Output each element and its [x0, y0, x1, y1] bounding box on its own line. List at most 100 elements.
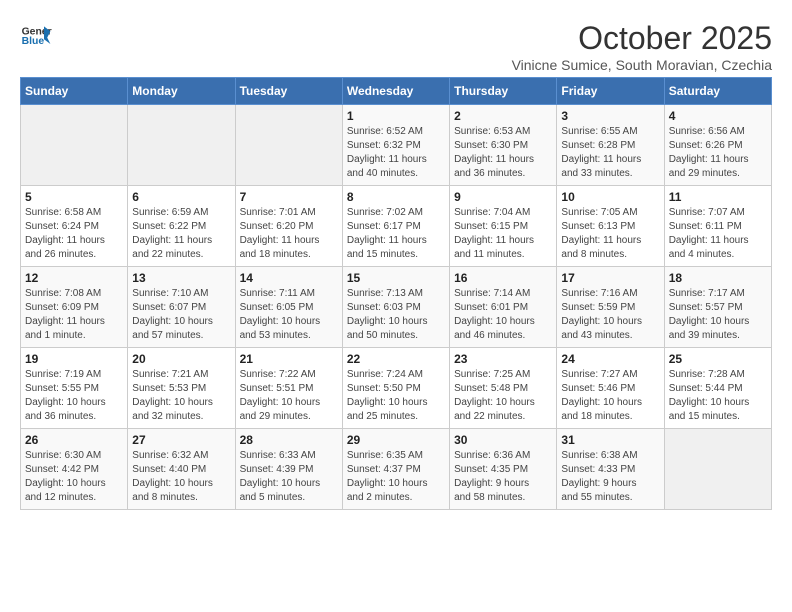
day-number: 23	[454, 352, 552, 366]
calendar-cell: 17 Sunrise: 7:16 AMSunset: 5:59 PMDayligh…	[557, 267, 664, 348]
calendar-cell: 15 Sunrise: 7:13 AMSunset: 6:03 PMDayligh…	[342, 267, 449, 348]
calendar-cell: 14 Sunrise: 7:11 AMSunset: 6:05 PMDayligh…	[235, 267, 342, 348]
day-number: 13	[132, 271, 230, 285]
calendar-cell: 2 Sunrise: 6:53 AMSunset: 6:30 PMDaylight…	[450, 105, 557, 186]
day-info: Sunrise: 6:38 AMSunset: 4:33 PMDaylight:…	[561, 449, 659, 505]
month-title: October 2025	[512, 20, 772, 57]
day-number: 4	[669, 109, 767, 123]
day-info: Sunrise: 6:55 AMSunset: 6:28 PMDaylight:…	[561, 125, 659, 181]
calendar-cell	[235, 105, 342, 186]
day-info: Sunrise: 7:27 AMSunset: 5:46 PMDaylight:…	[561, 368, 659, 424]
calendar-cell: 30 Sunrise: 6:36 AMSunset: 4:35 PMDayligh…	[450, 429, 557, 510]
header: General Blue October 2025 Vinicne Sumice…	[20, 20, 772, 73]
calendar-header: Sunday Monday Tuesday Wednesday Thursday…	[21, 78, 772, 105]
day-number: 2	[454, 109, 552, 123]
day-info: Sunrise: 6:56 AMSunset: 6:26 PMDaylight:…	[669, 125, 767, 181]
calendar-cell: 8Sunrise: 7:02 AMSunset: 6:17 PMDaylight…	[342, 186, 449, 267]
calendar-cell: 27 Sunrise: 6:32 AMSunset: 4:40 PMDayligh…	[128, 429, 235, 510]
calendar-cell: 29Sunrise: 6:35 AMSunset: 4:37 PMDayligh…	[342, 429, 449, 510]
title-area: October 2025 Vinicne Sumice, South Morav…	[512, 20, 772, 73]
logo: General Blue	[20, 20, 52, 52]
day-number: 18	[669, 271, 767, 285]
day-info: Sunrise: 7:28 AMSunset: 5:44 PMDaylight:…	[669, 368, 767, 424]
calendar-week-2: 5 Sunrise: 6:58 AMSunset: 6:24 PMDaylight…	[21, 186, 772, 267]
day-info: Sunrise: 7:10 AMSunset: 6:07 PMDaylight:…	[132, 287, 230, 343]
day-info: Sunrise: 6:52 AMSunset: 6:32 PMDaylight:…	[347, 125, 445, 181]
calendar-cell: 11 Sunrise: 7:07 AMSunset: 6:11 PMDayligh…	[664, 186, 771, 267]
calendar-cell: 26Sunrise: 6:30 AMSunset: 4:42 PMDayligh…	[21, 429, 128, 510]
svg-text:Blue: Blue	[22, 36, 45, 47]
calendar-cell: 9 Sunrise: 7:04 AMSunset: 6:15 PMDaylight…	[450, 186, 557, 267]
day-number: 27	[132, 433, 230, 447]
calendar-cell	[128, 105, 235, 186]
calendar-cell: 3 Sunrise: 6:55 AMSunset: 6:28 PMDaylight…	[557, 105, 664, 186]
calendar-cell: 20Sunrise: 7:21 AMSunset: 5:53 PMDayligh…	[128, 348, 235, 429]
header-row: Sunday Monday Tuesday Wednesday Thursday…	[21, 78, 772, 105]
day-number: 24	[561, 352, 659, 366]
day-info: Sunrise: 6:32 AMSunset: 4:40 PMDaylight:…	[132, 449, 230, 505]
day-info: Sunrise: 6:59 AMSunset: 6:22 PMDaylight:…	[132, 206, 230, 262]
day-info: Sunrise: 7:24 AMSunset: 5:50 PMDaylight:…	[347, 368, 445, 424]
day-info: Sunrise: 6:35 AMSunset: 4:37 PMDaylight:…	[347, 449, 445, 505]
calendar-cell: 13 Sunrise: 7:10 AMSunset: 6:07 PMDayligh…	[128, 267, 235, 348]
day-info: Sunrise: 7:13 AMSunset: 6:03 PMDaylight:…	[347, 287, 445, 343]
day-number: 8	[347, 190, 445, 204]
day-number: 9	[454, 190, 552, 204]
day-number: 3	[561, 109, 659, 123]
calendar-week-3: 12 Sunrise: 7:08 AMSunset: 6:09 PMDayligh…	[21, 267, 772, 348]
calendar-cell: 10 Sunrise: 7:05 AMSunset: 6:13 PMDayligh…	[557, 186, 664, 267]
day-info: Sunrise: 6:58 AMSunset: 6:24 PMDaylight:…	[25, 206, 123, 262]
calendar-cell	[21, 105, 128, 186]
calendar-cell: 21Sunrise: 7:22 AMSunset: 5:51 PMDayligh…	[235, 348, 342, 429]
day-info: Sunrise: 6:53 AMSunset: 6:30 PMDaylight:…	[454, 125, 552, 181]
col-wednesday: Wednesday	[342, 78, 449, 105]
day-info: Sunrise: 7:08 AMSunset: 6:09 PMDaylight:…	[25, 287, 123, 343]
col-monday: Monday	[128, 78, 235, 105]
day-info: Sunrise: 7:25 AMSunset: 5:48 PMDaylight:…	[454, 368, 552, 424]
day-number: 15	[347, 271, 445, 285]
day-number: 1	[347, 109, 445, 123]
calendar-cell: 16 Sunrise: 7:14 AMSunset: 6:01 PMDayligh…	[450, 267, 557, 348]
day-number: 22	[347, 352, 445, 366]
day-number: 12	[25, 271, 123, 285]
calendar-cell: 12 Sunrise: 7:08 AMSunset: 6:09 PMDayligh…	[21, 267, 128, 348]
day-number: 11	[669, 190, 767, 204]
day-info: Sunrise: 7:16 AMSunset: 5:59 PMDaylight:…	[561, 287, 659, 343]
day-info: Sunrise: 7:22 AMSunset: 5:51 PMDaylight:…	[240, 368, 338, 424]
day-number: 14	[240, 271, 338, 285]
calendar-cell: 31Sunrise: 6:38 AMSunset: 4:33 PMDayligh…	[557, 429, 664, 510]
day-info: Sunrise: 7:07 AMSunset: 6:11 PMDaylight:…	[669, 206, 767, 262]
col-friday: Friday	[557, 78, 664, 105]
calendar-cell: 6 Sunrise: 6:59 AMSunset: 6:22 PMDaylight…	[128, 186, 235, 267]
calendar-cell: 25 Sunrise: 7:28 AMSunset: 5:44 PMDayligh…	[664, 348, 771, 429]
day-info: Sunrise: 7:11 AMSunset: 6:05 PMDaylight:…	[240, 287, 338, 343]
calendar-week-5: 26Sunrise: 6:30 AMSunset: 4:42 PMDayligh…	[21, 429, 772, 510]
col-tuesday: Tuesday	[235, 78, 342, 105]
day-number: 10	[561, 190, 659, 204]
day-info: Sunrise: 6:36 AMSunset: 4:35 PMDaylight:…	[454, 449, 552, 505]
day-info: Sunrise: 6:33 AMSunset: 4:39 PMDaylight:…	[240, 449, 338, 505]
day-number: 5	[25, 190, 123, 204]
day-info: Sunrise: 7:05 AMSunset: 6:13 PMDaylight:…	[561, 206, 659, 262]
day-number: 7	[240, 190, 338, 204]
day-number: 16	[454, 271, 552, 285]
day-info: Sunrise: 7:04 AMSunset: 6:15 PMDaylight:…	[454, 206, 552, 262]
day-number: 17	[561, 271, 659, 285]
day-info: Sunrise: 7:17 AMSunset: 5:57 PMDaylight:…	[669, 287, 767, 343]
day-info: Sunrise: 7:21 AMSunset: 5:53 PMDaylight:…	[132, 368, 230, 424]
day-number: 28	[240, 433, 338, 447]
calendar-table: Sunday Monday Tuesday Wednesday Thursday…	[20, 77, 772, 510]
calendar-cell: 1 Sunrise: 6:52 AMSunset: 6:32 PMDaylight…	[342, 105, 449, 186]
day-info: Sunrise: 7:14 AMSunset: 6:01 PMDaylight:…	[454, 287, 552, 343]
calendar-week-1: 1 Sunrise: 6:52 AMSunset: 6:32 PMDaylight…	[21, 105, 772, 186]
calendar-cell: 23 Sunrise: 7:25 AMSunset: 5:48 PMDayligh…	[450, 348, 557, 429]
calendar-cell: 5 Sunrise: 6:58 AMSunset: 6:24 PMDaylight…	[21, 186, 128, 267]
calendar-body: 1 Sunrise: 6:52 AMSunset: 6:32 PMDaylight…	[21, 105, 772, 510]
col-sunday: Sunday	[21, 78, 128, 105]
day-number: 30	[454, 433, 552, 447]
col-saturday: Saturday	[664, 78, 771, 105]
calendar-cell: 28 Sunrise: 6:33 AMSunset: 4:39 PMDayligh…	[235, 429, 342, 510]
day-number: 25	[669, 352, 767, 366]
day-number: 6	[132, 190, 230, 204]
col-thursday: Thursday	[450, 78, 557, 105]
